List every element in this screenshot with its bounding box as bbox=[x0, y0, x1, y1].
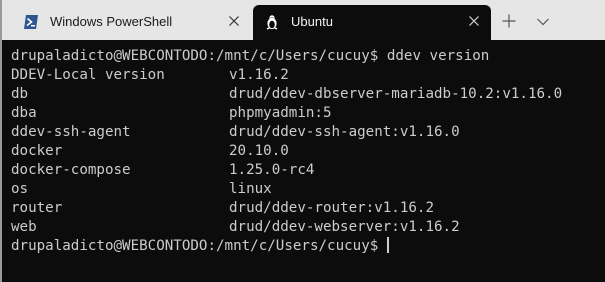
powershell-icon bbox=[23, 14, 39, 30]
output-value: drud/ddev-ssh-agent:v1.16.0 bbox=[229, 124, 460, 140]
linux-tux-icon bbox=[264, 14, 280, 30]
output-key: router bbox=[11, 200, 63, 216]
output-row: os linux bbox=[11, 180, 272, 199]
output-key: web bbox=[11, 219, 37, 235]
output-row: dba phpmyadmin:5 bbox=[11, 104, 332, 123]
output-row: db drud/ddev-dbserver-mariadb-10.2:v1.16.… bbox=[11, 85, 562, 104]
text-cursor bbox=[387, 237, 390, 253]
output-key: os bbox=[11, 181, 29, 197]
output-key: db bbox=[11, 86, 29, 102]
output-key: docker-compose bbox=[11, 162, 131, 178]
output-row: ddev-ssh-agent drud/ddev-ssh-agent:v1.16.… bbox=[11, 123, 460, 142]
output-value: linux bbox=[229, 181, 272, 197]
output-key: ddev-ssh-agent bbox=[11, 124, 131, 140]
output-row: router drud/ddev-router:v1.16.2 bbox=[11, 199, 434, 218]
output-value: 20.10.0 bbox=[229, 143, 289, 159]
output-row: web drud/ddev-webserver:v1.16.2 bbox=[11, 218, 460, 237]
output-key: dba bbox=[11, 105, 37, 121]
tab-label: Ubuntu bbox=[291, 14, 333, 29]
tab-ubuntu[interactable]: Ubuntu bbox=[253, 5, 491, 40]
output-value: v1.16.2 bbox=[229, 67, 289, 83]
tab-windows-powershell[interactable]: Windows PowerShell bbox=[12, 5, 251, 40]
output-value: 1.25.0-rc4 bbox=[229, 162, 315, 178]
prompt: drupaladicto@WEBCONTODO:/mnt/c/Users/cuc… bbox=[11, 238, 379, 254]
tab-label: Windows PowerShell bbox=[50, 14, 173, 29]
output-key: DDEV-Local version bbox=[11, 67, 165, 83]
close-icon[interactable] bbox=[466, 13, 482, 29]
command-line: drupaladicto@WEBCONTODO:/mnt/c/Users/cuc… bbox=[11, 47, 489, 66]
plus-icon[interactable] bbox=[501, 13, 517, 29]
terminal-window: Windows PowerShell Ubuntu drupaladicto@W… bbox=[0, 0, 605, 282]
output-value: drud/ddev-webserver:v1.16.2 bbox=[229, 219, 460, 235]
prompt: drupaladicto@WEBCONTODO:/mnt/c/Users/cuc… bbox=[11, 48, 379, 64]
output-row: DDEV-Local version v1.16.2 bbox=[11, 66, 289, 85]
output-key: docker bbox=[11, 143, 63, 159]
command: ddev version bbox=[386, 48, 490, 64]
close-icon[interactable] bbox=[226, 13, 242, 29]
tab-bar: Windows PowerShell Ubuntu bbox=[2, 0, 605, 40]
output-row: docker 20.10.0 bbox=[11, 142, 289, 161]
final-prompt-line: drupaladicto@WEBCONTODO:/mnt/c/Users/cuc… bbox=[11, 237, 390, 256]
output-value: phpmyadmin:5 bbox=[229, 105, 332, 121]
output-value: drud/ddev-router:v1.16.2 bbox=[229, 200, 434, 216]
chevron-down-icon[interactable] bbox=[536, 15, 550, 27]
output-value: drud/ddev-dbserver-mariadb-10.2:v1.16.0 bbox=[229, 86, 563, 102]
output-row: docker-compose 1.25.0-rc4 bbox=[11, 161, 314, 180]
terminal-output[interactable]: drupaladicto@WEBCONTODO:/mnt/c/Users/cuc… bbox=[2, 40, 605, 282]
